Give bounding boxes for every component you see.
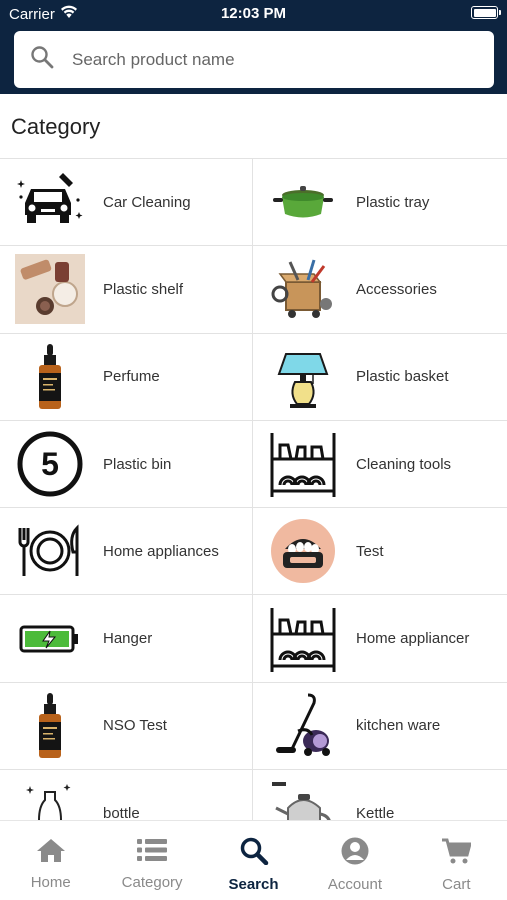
category-label: Kettle [356, 804, 395, 820]
number-five-icon: 5 [15, 429, 85, 499]
category-label: Plastic shelf [103, 280, 184, 298]
tab-label: Home [30, 874, 71, 891]
category-item[interactable]: NSO Test [0, 682, 253, 771]
category-item[interactable]: Plastic tray [253, 159, 507, 247]
category-item[interactable]: Plastic shelf [0, 246, 253, 334]
category-label: Plastic tray [356, 193, 430, 211]
bottle-sparkle-icon [15, 778, 85, 820]
category-item[interactable]: Plastic basket [253, 334, 507, 421]
category-item[interactable]: Home appliances [0, 508, 253, 596]
category-label: Accessories [356, 280, 437, 298]
battery-icon [471, 6, 501, 19]
svg-text:5: 5 [41, 446, 59, 482]
dropper-bottle-icon [15, 691, 85, 761]
tab-bar: Home Category Search Account Cart [0, 820, 507, 900]
dish-rack-icon [268, 604, 338, 674]
search-icon [239, 837, 269, 870]
tools-box-icon [268, 254, 338, 324]
category-label: NSO Test [103, 717, 167, 735]
dish-rack-icon [268, 429, 338, 499]
tab-label: Category [121, 874, 183, 891]
category-item[interactable]: Hanger [0, 595, 253, 683]
page-title: Category [11, 114, 101, 139]
status-bar: Carrier 12:03 PM [0, 0, 507, 28]
lamp-icon [268, 342, 338, 412]
tab-search[interactable]: Search [203, 821, 304, 900]
pot-icon [268, 167, 338, 237]
tab-label: Cart [442, 876, 471, 893]
category-label: Plastic bin [103, 455, 172, 473]
category-item[interactable]: Kettle [253, 770, 507, 820]
category-label: Home appliances [103, 542, 219, 560]
kettle-icon [268, 778, 338, 820]
account-icon [340, 837, 370, 870]
category-label: bottle [103, 804, 140, 820]
category-label: Hanger [103, 630, 153, 648]
search-input[interactable] [72, 49, 452, 70]
status-time: 12:03 PM [220, 5, 287, 22]
category-label: Home appliancer [356, 630, 470, 648]
category-item[interactable]: Perfume [0, 333, 253, 421]
tab-label: Account [327, 876, 383, 893]
category-item[interactable]: Accessories [253, 246, 507, 334]
list-icon [137, 837, 168, 868]
category-item[interactable]: Car Cleaning [0, 159, 253, 247]
category-label: Car Cleaning [103, 193, 191, 211]
search-bar[interactable] [14, 31, 494, 88]
category-label: Plastic basket [356, 368, 449, 386]
category-item[interactable]: 5 Plastic bin [0, 420, 253, 509]
tab-account[interactable]: Account [304, 821, 405, 900]
category-item[interactable]: Home appliancer [253, 595, 507, 683]
battery-charging-icon [15, 604, 85, 674]
tab-category[interactable]: Category [101, 821, 202, 900]
tab-label: Search [228, 876, 279, 893]
cosmetics-photo [15, 254, 85, 325]
header: Carrier 12:03 PM [0, 0, 507, 94]
home-icon [36, 837, 66, 868]
tab-cart[interactable]: Cart [406, 821, 507, 900]
category-label: Perfume [103, 368, 160, 386]
vacuum-cleaner-icon [268, 691, 338, 761]
category-grid: Car Cleaning Plastic tray Plastic shelf … [0, 158, 507, 820]
category-item[interactable]: Test [253, 508, 507, 596]
egg-boiler-icon [268, 516, 338, 586]
cart-icon [441, 837, 473, 870]
category-label: Test [356, 542, 384, 560]
car-icon [15, 167, 85, 237]
tab-home[interactable]: Home [0, 821, 101, 900]
category-item[interactable]: Cleaning tools [253, 421, 507, 509]
category-item[interactable]: bottle [0, 770, 253, 820]
dropper-bottle-icon [15, 342, 85, 412]
category-label: Cleaning tools [356, 455, 452, 473]
category-item[interactable]: kitchen ware [253, 683, 507, 771]
category-label: kitchen ware [356, 717, 441, 735]
search-icon [30, 45, 54, 74]
plate-cutlery-icon [15, 516, 85, 586]
